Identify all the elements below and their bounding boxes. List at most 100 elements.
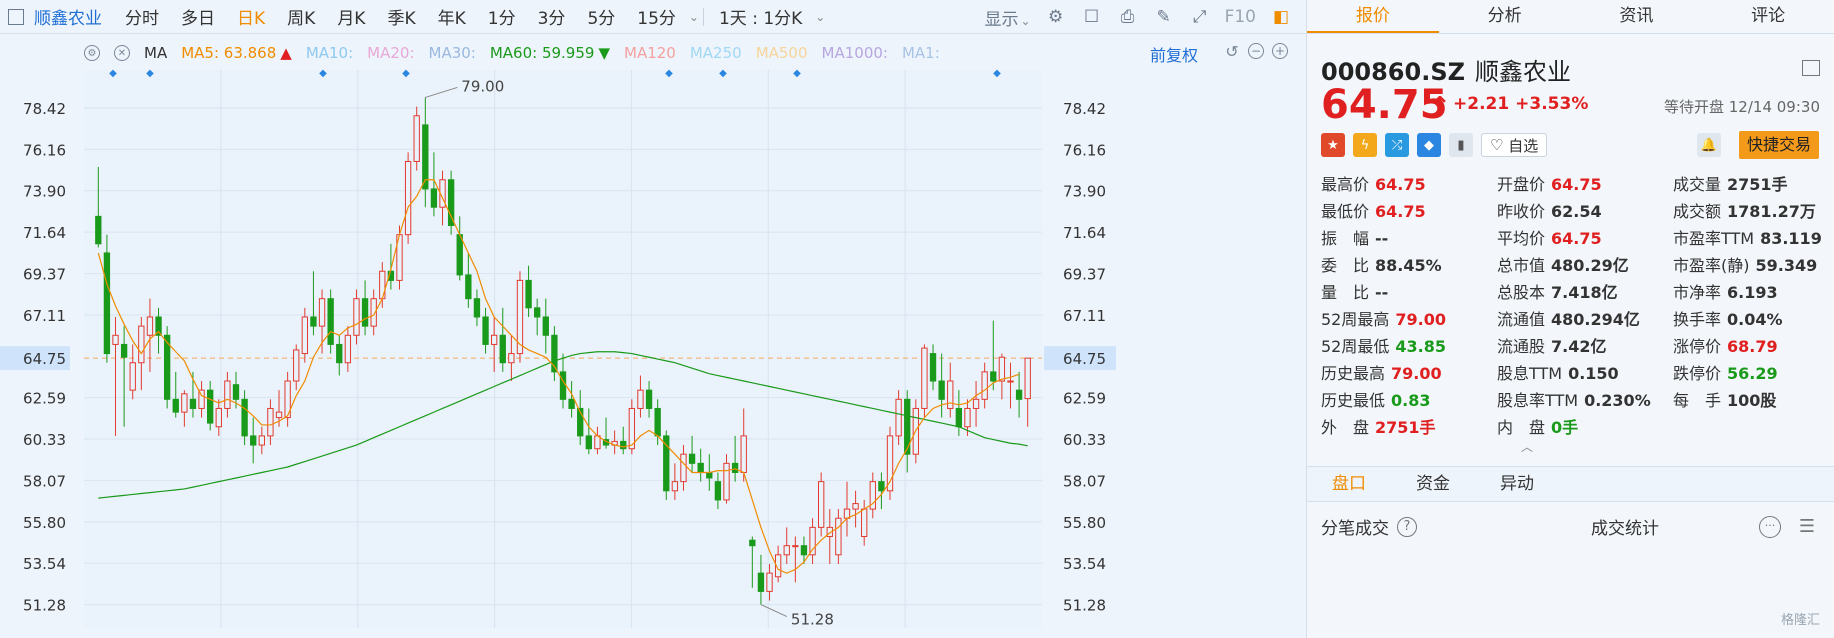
chevron-down-icon[interactable]: ⌄ bbox=[689, 10, 699, 24]
candle-body bbox=[379, 270, 386, 300]
candle-body bbox=[318, 298, 326, 327]
stat-item: 流通股 7.42亿 bbox=[1497, 336, 1673, 358]
stat-value: 59.349 bbox=[1755, 256, 1818, 275]
fullscreen-icon[interactable]: ⤢ bbox=[1189, 6, 1211, 28]
adjust-button[interactable]: 前复权 bbox=[1150, 42, 1198, 66]
square-frame-icon[interactable]: ☐ bbox=[1081, 6, 1103, 28]
candle-body bbox=[680, 453, 687, 483]
undo-icon[interactable]: ↺ bbox=[1224, 42, 1240, 61]
tab-15min[interactable]: 15分 bbox=[637, 4, 676, 29]
event-marker-icon[interactable]: ◆ bbox=[402, 68, 410, 79]
tab-1min[interactable]: 1分 bbox=[488, 4, 516, 29]
stat-item: 52周最低 43.85 bbox=[1321, 336, 1497, 358]
event-marker-icon[interactable]: ◆ bbox=[793, 68, 801, 79]
event-marker-icon[interactable]: ◆ bbox=[146, 68, 154, 79]
tab-duori[interactable]: 多日 bbox=[181, 4, 215, 29]
tab-baojia[interactable]: 报价 bbox=[1307, 0, 1439, 33]
toolbar-divider bbox=[702, 7, 704, 26]
more-icon[interactable]: ··· bbox=[1759, 515, 1781, 538]
lightning-icon[interactable]: ϟ bbox=[1353, 133, 1377, 157]
ma120-value: MA120 bbox=[624, 44, 676, 62]
tab-yuek[interactable]: 月K bbox=[337, 4, 365, 29]
camera-icon[interactable]: ⎙ bbox=[1117, 6, 1139, 28]
ma5-value: MA5: 63.868 bbox=[181, 44, 277, 62]
zoom-out-icon[interactable]: − bbox=[1248, 43, 1264, 59]
sidebar-toggle-icon[interactable] bbox=[8, 8, 24, 25]
stat-label: 跌停价 bbox=[1673, 364, 1722, 383]
stat-value: 1781.27万 bbox=[1727, 202, 1816, 221]
display-button[interactable]: 显示 ⌄ bbox=[985, 5, 1031, 30]
ma-label[interactable]: MA bbox=[144, 44, 167, 62]
chevron-down-icon[interactable]: ⌄ bbox=[815, 10, 825, 24]
f10-button[interactable]: F10 bbox=[1225, 7, 1256, 27]
tab-zixun[interactable]: 资讯 bbox=[1571, 0, 1703, 33]
pencil-icon[interactable]: ✎ bbox=[1153, 6, 1175, 28]
stat-value: 64.75 bbox=[1375, 175, 1426, 194]
high-annotation: 79.00 bbox=[461, 77, 504, 95]
tab-pankou[interactable]: 盘口 bbox=[1307, 467, 1391, 501]
period-select[interactable]: 1天 : 1分K bbox=[719, 4, 802, 29]
tab-rik[interactable]: 日K bbox=[237, 4, 265, 29]
stat-value: 88.45% bbox=[1375, 256, 1442, 275]
stat-value: 64.75 bbox=[1551, 229, 1602, 248]
quick-trade-button[interactable]: 快捷交易 bbox=[1739, 131, 1820, 159]
shuffle-icon[interactable]: ⤮ bbox=[1385, 133, 1409, 157]
stat-item: 振 幅 -- bbox=[1321, 228, 1497, 250]
candle-body bbox=[594, 435, 601, 450]
candle-body bbox=[620, 440, 627, 450]
tag-icon[interactable]: ◆ bbox=[1417, 133, 1441, 157]
event-marker-icon[interactable]: ◆ bbox=[665, 68, 673, 79]
menu-icon[interactable] bbox=[1802, 60, 1820, 76]
stat-item: 量 比 -- bbox=[1321, 282, 1497, 304]
tab-5min[interactable]: 5分 bbox=[587, 4, 615, 29]
stat-value: 2751手 bbox=[1375, 418, 1436, 437]
china-flag-icon[interactable]: ★ bbox=[1321, 133, 1345, 157]
stat-value: 79.00 bbox=[1391, 364, 1442, 383]
y-tick-left: 53.54 bbox=[23, 555, 66, 573]
trade-stats-label[interactable]: 成交统计 bbox=[1591, 514, 1659, 539]
candle-body bbox=[275, 411, 283, 419]
event-marker-icon[interactable]: ◆ bbox=[719, 68, 727, 79]
candle-body bbox=[361, 298, 369, 327]
stat-item: 股息率TTM 0.230% bbox=[1497, 390, 1673, 412]
help-icon[interactable]: ? bbox=[1397, 516, 1417, 537]
event-marker-icon[interactable]: ◆ bbox=[993, 68, 1001, 79]
bell-icon[interactable]: 🔔 bbox=[1697, 133, 1721, 157]
panel-toggle-icon[interactable]: ◧ bbox=[1270, 6, 1292, 28]
candle-body bbox=[568, 398, 575, 409]
gear-icon[interactable]: ⚙ bbox=[84, 45, 100, 61]
event-marker-icon[interactable]: ◆ bbox=[319, 68, 327, 79]
collapse-icon[interactable]: ︿ bbox=[1521, 438, 1533, 455]
candlestick-chart[interactable]: 78.42 78.42 76.16 76.16 73.90 73.90 71.64 71.64… bbox=[0, 64, 1306, 638]
stat-item: 换手率 0.04% bbox=[1673, 309, 1831, 331]
stat-item: 总股本 7.418亿 bbox=[1497, 282, 1673, 304]
settings-gear-icon[interactable]: ⚙ bbox=[1045, 6, 1067, 28]
stat-item: 涨停价 68.79 bbox=[1673, 336, 1831, 358]
watermark: 格隆汇 bbox=[1780, 613, 1820, 628]
tab-niank[interactable]: 年K bbox=[438, 4, 466, 29]
event-marker-icon[interactable]: ◆ bbox=[109, 68, 117, 79]
stat-label: 股息率TTM bbox=[1497, 391, 1579, 410]
candle-body bbox=[766, 572, 773, 592]
tab-fenxi[interactable]: 分析 bbox=[1439, 0, 1571, 33]
zoom-in-icon[interactable]: + bbox=[1272, 43, 1288, 59]
stat-label: 流通股 bbox=[1497, 337, 1546, 356]
tab-fenshi[interactable]: 分时 bbox=[125, 4, 159, 29]
add-watchlist-button[interactable]: ♡ 自选 bbox=[1481, 133, 1548, 157]
stat-value: 79.00 bbox=[1395, 310, 1446, 329]
bookmark-icon[interactable]: ▮ bbox=[1449, 133, 1473, 157]
candle-body bbox=[990, 371, 997, 382]
tab-yidong[interactable]: 异动 bbox=[1475, 467, 1559, 501]
stat-value: 0.83 bbox=[1391, 391, 1431, 410]
tab-3min[interactable]: 3分 bbox=[538, 4, 566, 29]
tab-pinglun[interactable]: 评论 bbox=[1702, 0, 1834, 33]
list-icon[interactable]: ☰ bbox=[1799, 516, 1815, 537]
candle-body bbox=[929, 353, 937, 382]
tab-zhouk[interactable]: 周K bbox=[287, 4, 315, 29]
candle-body bbox=[456, 234, 463, 276]
close-icon[interactable]: ✕ bbox=[114, 45, 130, 61]
tab-zijin[interactable]: 资金 bbox=[1391, 467, 1475, 501]
ma5-arrow-icon: ▲ bbox=[280, 44, 292, 62]
tab-jik[interactable]: 季K bbox=[387, 4, 415, 29]
stock-name[interactable]: 顺鑫农业 bbox=[34, 4, 102, 29]
